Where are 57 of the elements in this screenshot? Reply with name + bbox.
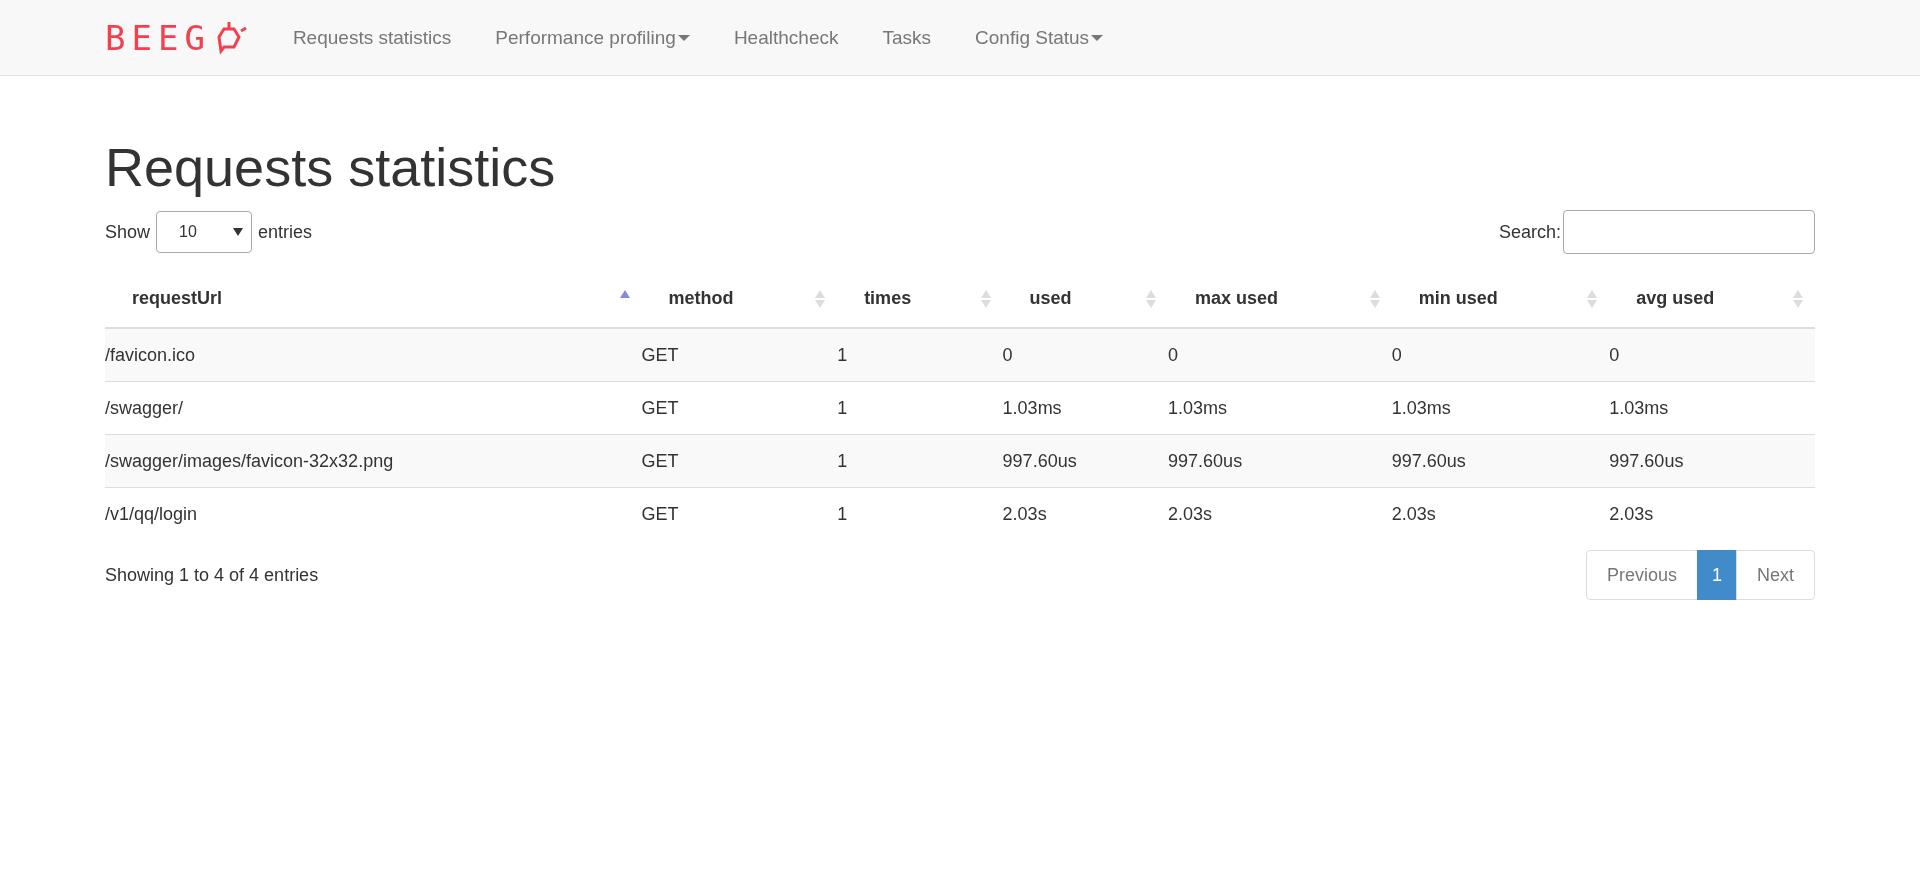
nav-link[interactable]: Requests statistics (270, 26, 474, 49)
nav-link[interactable]: Tasks (860, 26, 954, 49)
table-cell: 997.60us (1002, 450, 1077, 471)
page-title: Requests statistics (105, 136, 557, 198)
table-cell: 1 (837, 450, 848, 471)
sort-icon[interactable] (980, 288, 991, 309)
table-cell: GET (641, 397, 679, 418)
table-cell: 1.03ms (1002, 397, 1062, 418)
column-header[interactable]: method (668, 288, 734, 309)
search-field[interactable] (1563, 210, 1815, 254)
show-label: Show (105, 221, 151, 243)
table-cell: 2.03s (1002, 503, 1047, 524)
table-cell: /swagger/ (105, 397, 184, 418)
table-cell: 997.60us (1168, 450, 1243, 471)
previous-button[interactable]: Previous (1585, 550, 1698, 600)
table-cell: 1.03ms (1168, 397, 1228, 418)
column-header[interactable]: max used (1195, 288, 1279, 309)
brand-logo-text[interactable]: BEEG (105, 17, 211, 58)
table-cell: GET (641, 503, 679, 524)
sort-icon[interactable] (1587, 288, 1598, 309)
table-info: Showing 1 to 4 of 4 entries (105, 564, 319, 586)
table-cell: 0 (1002, 344, 1013, 365)
table-cell: 1.03ms (1391, 397, 1451, 418)
table-cell: /v1/qq/login (105, 503, 198, 524)
table-cell: /favicon.ico (105, 344, 196, 365)
table-cell: 1 (837, 503, 848, 524)
sort-icon[interactable] (1369, 288, 1380, 309)
table-cell: 0 (1168, 344, 1179, 365)
column-header[interactable]: avg used (1636, 288, 1715, 309)
table-cell: 1.03ms (1609, 397, 1669, 418)
table-cell: 1 (837, 397, 848, 418)
search-label: Search: (1498, 221, 1561, 243)
next-button[interactable]: Next (1736, 550, 1815, 600)
table-cell: GET (641, 344, 679, 365)
table-cell: /swagger/images/favicon-32x32.png (105, 450, 394, 471)
table-cell: GET (641, 450, 679, 471)
table-cell: 2.03s (1391, 503, 1436, 524)
column-header[interactable]: requestUrl (132, 288, 223, 309)
table-cell: 1 (837, 344, 848, 365)
entries-label: entries (258, 221, 313, 243)
table-cell: 997.60us (1391, 450, 1466, 471)
table-cell: 0 (1609, 344, 1620, 365)
sort-icon[interactable] (1146, 288, 1157, 309)
sort-icon[interactable] (815, 288, 826, 309)
column-header[interactable]: min used (1418, 288, 1498, 309)
table-cell: 997.60us (1609, 450, 1684, 471)
column-header[interactable]: used (1029, 288, 1072, 309)
table-cell: 2.03s (1609, 503, 1654, 524)
column-header[interactable]: times (864, 288, 912, 309)
entries-select[interactable]: 10 (156, 211, 253, 253)
table-cell: 2.03s (1168, 503, 1213, 524)
table-cell: 0 (1391, 344, 1402, 365)
nav-link[interactable]: Healthcheck (711, 26, 861, 49)
sort-icon[interactable] (1793, 288, 1803, 309)
nav-link[interactable]: Performance profiling (473, 26, 712, 49)
nav-link[interactable]: Config Status (953, 26, 1126, 49)
page-button[interactable]: 1 (1696, 550, 1737, 600)
